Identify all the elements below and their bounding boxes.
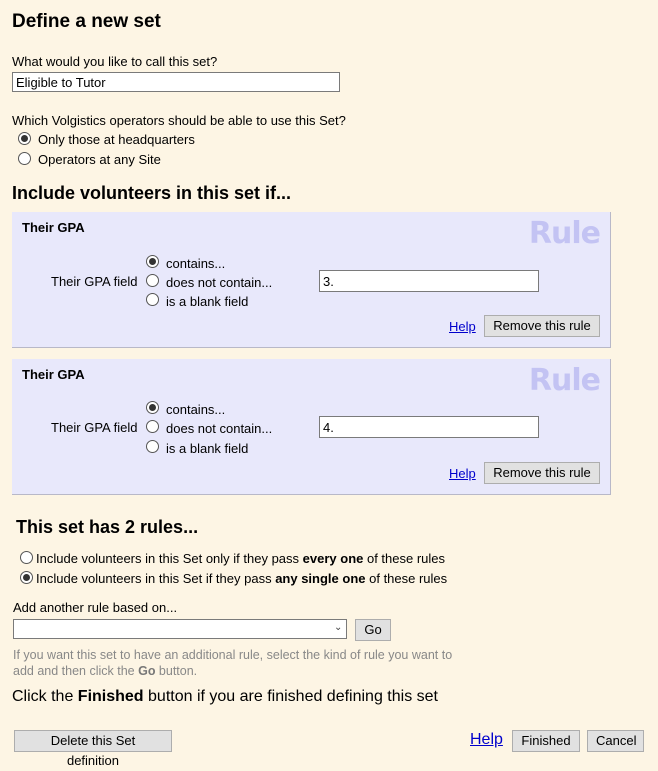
- rule-field-label: Their GPA field: [51, 274, 138, 289]
- footer-help-link[interactable]: Help: [470, 731, 503, 749]
- finish-instruction: Click the Finished button if you are fin…: [12, 688, 438, 706]
- radio-does-not-contain[interactable]: [146, 274, 159, 287]
- radio-every-rule[interactable]: [20, 551, 33, 564]
- combine-text: of these rules: [363, 551, 446, 566]
- option-contains-label: contains...: [166, 256, 226, 271]
- rule-help-link[interactable]: Help: [449, 466, 476, 481]
- radio-any-site[interactable]: [18, 152, 31, 165]
- rule-value-input[interactable]: [319, 270, 539, 292]
- page-title: Define a new set: [12, 11, 161, 32]
- combine-bold-text: any single one: [275, 571, 366, 586]
- hint-bold-text: Go: [138, 664, 156, 678]
- combine-option-label: Include volunteers in this Set only if t…: [36, 551, 445, 566]
- radio-headquarters[interactable]: [18, 132, 31, 145]
- rule-watermark: Rule: [528, 363, 601, 398]
- option-does-not-contain-label: does not contain...: [166, 421, 273, 436]
- add-rule-hint: If you want this set to have an addition…: [13, 647, 473, 679]
- option-does-not-contain-label: does not contain...: [166, 275, 273, 290]
- hint-text: button.: [155, 664, 198, 678]
- set-name-label: What would you like to call this set?: [12, 54, 218, 69]
- radio-does-not-contain[interactable]: [146, 420, 159, 433]
- combine-text: of these rules: [365, 571, 448, 586]
- go-button[interactable]: Go: [355, 619, 391, 641]
- combine-option-label: Include volunteers in this Set if they p…: [36, 571, 447, 586]
- add-rule-label: Add another rule based on...: [13, 600, 178, 615]
- option-blank-field-label: is a blank field: [166, 441, 249, 456]
- rule-box-1: Their GPA Rule Their GPA field contains.…: [12, 212, 611, 348]
- rule-help-link[interactable]: Help: [449, 319, 476, 334]
- operator-option-label: Only those at headquarters: [38, 132, 195, 147]
- finished-button[interactable]: Finished: [512, 730, 580, 752]
- option-blank-field-label: is a blank field: [166, 294, 249, 309]
- combine-bold-text: every one: [302, 551, 364, 566]
- rule-field-label: Their GPA field: [51, 420, 138, 435]
- rules-heading: Include volunteers in this set if...: [12, 183, 292, 203]
- rule-count-heading: This set has 2 rules...: [16, 517, 199, 537]
- rule-title: Their GPA: [22, 367, 85, 382]
- hint-text: If you want this set to have an addition…: [13, 648, 453, 678]
- rule-watermark: Rule: [528, 216, 601, 251]
- combine-text: Include volunteers in this Set if they p…: [36, 571, 276, 586]
- radio-blank-field[interactable]: [146, 293, 159, 306]
- radio-contains[interactable]: [146, 255, 159, 268]
- radio-blank-field[interactable]: [146, 440, 159, 453]
- rule-value-input[interactable]: [319, 416, 539, 438]
- chevron-down-icon: ⌄: [334, 622, 343, 633]
- remove-rule-button[interactable]: Remove this rule: [484, 315, 600, 337]
- rule-box-2: Their GPA Rule Their GPA field contains.…: [12, 359, 611, 495]
- option-contains-label: contains...: [166, 402, 226, 417]
- finish-bold-text: Finished: [77, 688, 144, 705]
- delete-set-button[interactable]: Delete this Set definition: [14, 730, 172, 768]
- rule-title: Their GPA: [22, 220, 85, 235]
- finish-text: Click the: [12, 688, 78, 705]
- operator-option-label: Operators at any Site: [38, 152, 161, 167]
- radio-any-rule[interactable]: [20, 571, 33, 584]
- finish-text: button if you are finished defining this…: [143, 688, 438, 705]
- cancel-button[interactable]: Cancel: [587, 730, 644, 752]
- rule-type-select[interactable]: [13, 619, 347, 639]
- operators-question: Which Volgistics operators should be abl…: [12, 113, 346, 128]
- radio-contains[interactable]: [146, 401, 159, 414]
- remove-rule-button[interactable]: Remove this rule: [484, 462, 600, 484]
- set-name-input[interactable]: [12, 72, 340, 92]
- combine-text: Include volunteers in this Set only if t…: [36, 551, 303, 566]
